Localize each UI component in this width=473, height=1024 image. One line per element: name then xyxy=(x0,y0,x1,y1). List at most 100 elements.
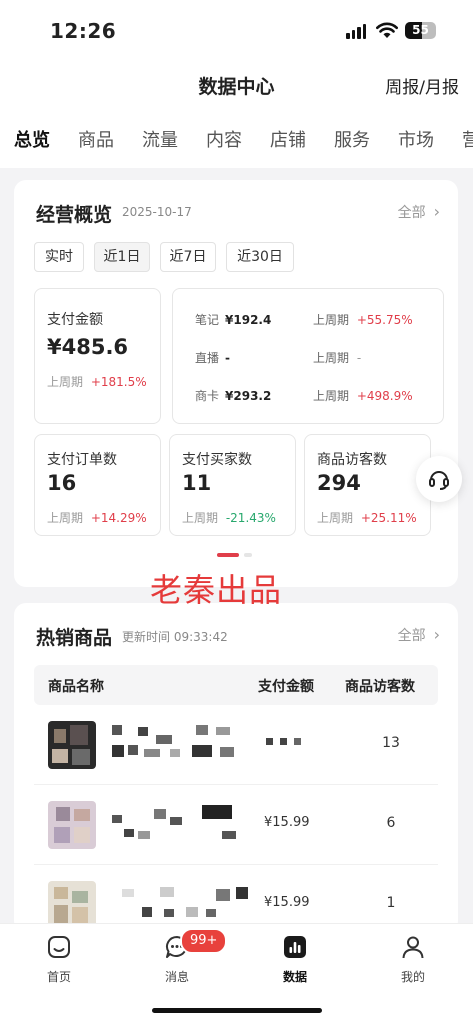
home-indicator xyxy=(152,1008,322,1013)
tab-products[interactable]: 商品 xyxy=(78,126,114,152)
indicator-active xyxy=(217,553,239,557)
product-pay-amount xyxy=(264,735,308,750)
tab-market[interactable]: 市场 xyxy=(398,126,434,152)
breakdown-live-value: - xyxy=(225,351,230,365)
breakdown-card-value: ¥293.2 xyxy=(225,389,272,403)
nav-bar: 数据中心 周报/月报 xyxy=(0,60,473,110)
breakdown-notes-label: 笔记 xyxy=(195,313,220,327)
pay-amount-compare: +181.5% xyxy=(90,375,147,389)
metric-visitors-compare-row: 上周期 +25.11% xyxy=(317,509,417,526)
product-thumbnail xyxy=(48,801,96,849)
metric-buyers-compare-row: 上周期 -21.43% xyxy=(182,509,276,526)
message-badge: 99+ xyxy=(180,928,228,954)
tab-overview[interactable]: 总览 xyxy=(14,126,50,152)
pay-amount-compare-row: 上周期 +181.5% xyxy=(47,373,147,390)
metric-buyers-compare-label: 上周期 xyxy=(182,511,219,525)
user-icon xyxy=(402,936,424,959)
product-visitors: 1 xyxy=(386,895,396,911)
watermark-text: 老秦出品 xyxy=(150,571,283,609)
tab-traffic[interactable]: 流量 xyxy=(142,126,178,152)
range-1day[interactable]: 近1日 xyxy=(94,242,150,272)
metric-visitors-compare: +25.11% xyxy=(360,511,417,525)
breakdown-notes-compare-row: 上周期 +55.75% xyxy=(313,311,413,328)
table-row[interactable]: 13 xyxy=(34,705,438,785)
tabbar-messages-label: 消息 xyxy=(164,970,189,984)
overview-date: 2025-10-17 xyxy=(122,205,192,219)
col-product-name: 商品名称 xyxy=(48,679,104,695)
breakdown-live-compare-label: 上周期 xyxy=(313,351,350,365)
range-7day[interactable]: 近7日 xyxy=(160,242,216,272)
metric-visitors-value: 294 xyxy=(317,471,361,495)
metric-orders[interactable]: 支付订单数 16 上周期 +14.29% xyxy=(34,434,161,536)
metric-buyers-value: 11 xyxy=(182,471,212,495)
product-visitors: 6 xyxy=(386,815,396,831)
metric-buyers-compare: -21.43% xyxy=(225,511,276,525)
breakdown-notes-value: ¥192.4 xyxy=(225,313,272,327)
indicator-inactive xyxy=(244,553,252,557)
metric-visitors-compare-label: 上周期 xyxy=(317,511,354,525)
breakdown-card-compare: +498.9% xyxy=(356,389,413,403)
carousel-indicator xyxy=(217,553,252,557)
report-link[interactable]: 周报/月报 xyxy=(385,73,459,98)
breakdown-notes-compare-label: 上周期 xyxy=(313,313,350,327)
metric-buyers-label: 支付买家数 xyxy=(182,452,252,468)
product-thumbnail xyxy=(48,721,96,769)
pay-breakdown-box[interactable]: 笔记 ¥192.4 上周期 +55.75% 直播 - 上周期 - 商卡 ¥293.2 … xyxy=(172,288,444,424)
headset-icon xyxy=(429,471,449,490)
breakdown-live-compare: - xyxy=(356,351,362,365)
data-chart-icon xyxy=(284,936,306,958)
range-realtime[interactable]: 实时 xyxy=(34,242,84,272)
breakdown-live-label: 直播 xyxy=(195,351,220,365)
product-thumbnail xyxy=(48,881,96,929)
col-pay-amount: 支付金额 xyxy=(258,679,314,695)
metric-orders-value: 16 xyxy=(47,471,77,495)
tab-more[interactable]: 营 xyxy=(462,126,473,152)
status-time: 12:26 xyxy=(50,19,117,43)
col-visitors: 商品访客数 xyxy=(345,679,415,695)
breakdown-notes-compare: +55.75% xyxy=(356,313,413,327)
tabbar-messages[interactable]: 99+ 消息 xyxy=(142,928,228,985)
breakdown-live: 直播 - xyxy=(195,349,230,366)
product-pay-amount: ¥15.99 xyxy=(264,815,310,830)
breakdown-live-compare-row: 上周期 - xyxy=(313,349,361,366)
tabbar-me-label: 我的 xyxy=(400,970,425,984)
overview-all-link[interactable]: 全部 xyxy=(398,202,440,222)
product-visitors: 13 xyxy=(382,735,400,751)
product-name-pixelated xyxy=(112,723,262,767)
breakdown-card-compare-row: 上周期 +498.9% xyxy=(313,387,413,404)
tab-store[interactable]: 店铺 xyxy=(270,126,306,152)
product-name-pixelated xyxy=(112,803,262,847)
range-30day[interactable]: 近30日 xyxy=(226,242,294,272)
wifi-icon xyxy=(376,22,398,38)
metric-orders-label: 支付订单数 xyxy=(47,452,117,468)
metric-visitors-label: 商品访客数 xyxy=(317,452,387,468)
breakdown-card-label: 商卡 xyxy=(195,389,220,403)
cellular-signal-icon xyxy=(346,24,366,39)
tabbar-data[interactable]: 数据 xyxy=(260,934,330,985)
pay-amount-value: ¥485.6 xyxy=(47,335,129,359)
tab-service[interactable]: 服务 xyxy=(334,126,370,152)
product-name-pixelated xyxy=(112,883,262,927)
breakdown-notes: 笔记 ¥192.4 xyxy=(195,311,271,328)
home-icon xyxy=(48,936,70,958)
metric-visitors[interactable]: 商品访客数 294 上周期 +25.11% xyxy=(304,434,431,536)
metric-buyers[interactable]: 支付买家数 11 上周期 -21.43% xyxy=(169,434,296,536)
tab-content[interactable]: 内容 xyxy=(206,126,242,152)
pay-amount-box[interactable]: 支付金额 ¥485.6 上周期 +181.5% xyxy=(34,288,161,424)
overview-card: 经营概览 2025-10-17 全部 实时 近1日 近7日 近30日 支付金额 … xyxy=(14,180,458,587)
hot-updated: 更新时间 09:33:42 xyxy=(122,630,228,644)
overview-title: 经营概览 xyxy=(36,204,113,226)
product-pay-amount: ¥15.99 xyxy=(264,895,310,910)
customer-service-button[interactable] xyxy=(416,456,462,502)
tabbar-me[interactable]: 我的 xyxy=(378,934,448,985)
tabbar-home[interactable]: 首页 xyxy=(24,934,94,985)
battery-icon: 55 xyxy=(405,22,436,39)
metric-orders-compare-label: 上周期 xyxy=(47,511,84,525)
table-row[interactable]: ¥15.99 6 xyxy=(34,785,438,865)
hot-products-card: 热销商品 更新时间 09:33:42 全部 商品名称 支付金额 商品访客数 13 xyxy=(14,603,458,933)
pay-amount-label: 支付金额 xyxy=(47,312,103,328)
metric-orders-compare-row: 上周期 +14.29% xyxy=(47,509,147,526)
tabbar-data-label: 数据 xyxy=(282,970,307,984)
pay-amount-compare-label: 上周期 xyxy=(47,375,84,389)
hot-all-link[interactable]: 全部 xyxy=(398,625,440,645)
